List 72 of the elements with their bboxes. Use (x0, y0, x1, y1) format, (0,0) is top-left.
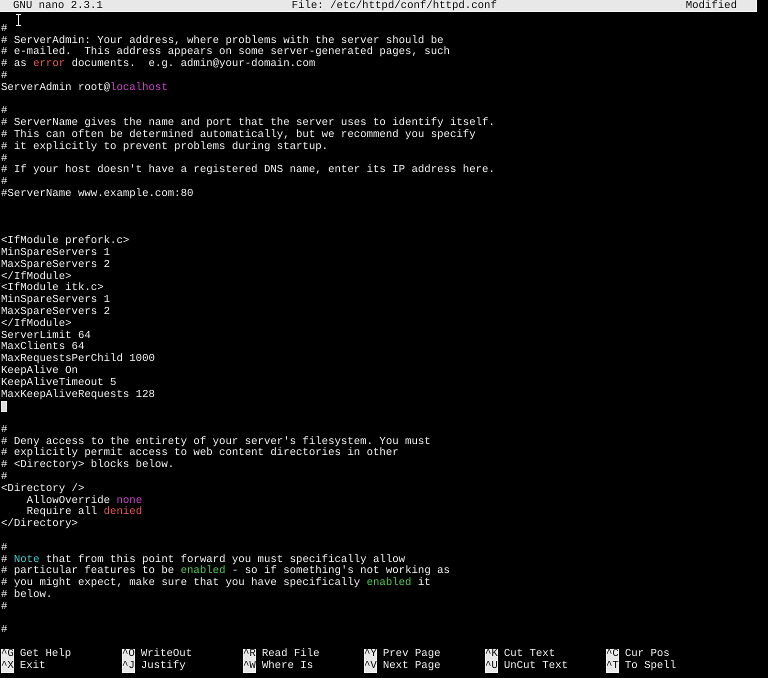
shortcut-key: ^U (485, 660, 498, 673)
code-line: MaxKeepAliveRequests 128 (1, 390, 155, 402)
code-line: # (1, 625, 8, 638)
code-line: #ServerName www.example.com:80 (1, 188, 194, 201)
code-line: <Directory /> (1, 484, 84, 495)
code-line: MaxSpareServers 2 (1, 260, 110, 271)
code-line: # (1, 424, 8, 437)
code-line: KeepAliveTimeout 5 (1, 378, 116, 389)
code-line: Require all denied (26, 507, 142, 518)
code-line: AllowOverride none (26, 496, 142, 507)
code-line: # (1, 177, 8, 188)
code-line: </Directory> (1, 519, 78, 532)
shortcut-label: Next Page (382, 660, 441, 673)
code-line: # <Directory> blocks below. (1, 460, 174, 472)
code-line: # (1, 472, 8, 484)
shortcut-label: Exit (20, 660, 46, 673)
code-line: # (1, 70, 8, 82)
code-line: # as error documents. e.g. admin@your-domain.com (1, 59, 316, 71)
shortcut-label: Get Help (20, 649, 72, 660)
code-line: </IfModule> (1, 318, 72, 330)
shortcut-label: Cut Text (504, 649, 556, 660)
shortcut-key: ^V (364, 660, 377, 673)
code-line: <IfModule itk.c> (1, 283, 104, 294)
code-line: # you might expect, make sure that you have specifically enabled it (1, 578, 431, 590)
code-line: KeepAlive On (1, 366, 78, 377)
code-line: # it explicitly to prevent problems during startup. (1, 142, 328, 154)
shortcut-key: ^W (243, 660, 256, 673)
shortcut-label: To Spell (624, 660, 676, 673)
shortcut-label: WriteOut (140, 649, 192, 660)
shortcut-key: ^R (243, 649, 256, 661)
code-line: <IfModule prefork.c> (1, 236, 130, 248)
code-line: # (1, 106, 8, 118)
code-line: # ServerAdmin: Your address, where problems with the server should be (1, 36, 444, 47)
shortcut-key: ^O (122, 649, 135, 661)
code-line: # Note that from this point forward you must specifically allow (1, 554, 406, 566)
code-line: # ServerName gives the name and port that the server uses to identify itself. (1, 118, 495, 130)
shortcut-key: ^G (1, 649, 14, 661)
modified-status: Modified (686, 0, 737, 12)
code-line: </IfModule> (1, 272, 72, 283)
code-line: # particular features to be enabled - so if something's not working as (1, 566, 450, 578)
code-line: MinSpareServers 1 (1, 295, 110, 306)
shortcut-key: ^Y (364, 649, 377, 661)
code-line: MaxSpareServers 2 (1, 306, 110, 318)
code-line: # below. (1, 590, 52, 602)
code-line: # explicitly permit access to web content directories in other (1, 448, 399, 460)
code-line: # If your host doesn't have a registered DNS name, enter its IP address here. (1, 165, 495, 177)
code-line: # (1, 602, 8, 614)
code-line: MinSpareServers 1 (1, 248, 110, 260)
code-line: ServerAdmin root@localhost (1, 82, 168, 95)
shortcut-key: ^C (606, 649, 619, 661)
code-line: ServerLimit 64 (1, 330, 91, 342)
code-line: # Deny access to the entirety of your server's filesystem. You must (1, 436, 431, 448)
program-version: GNU nano 2.3.1 (13, 0, 103, 12)
shortcut-label: Where Is (262, 660, 314, 673)
code-line: # (1, 24, 8, 36)
shortcut-label: Cur Pos (624, 649, 670, 660)
code-line: MaxClients 64 (1, 342, 84, 354)
code-line: # e-mailed. This address appears on some server-generated pages, such (1, 47, 450, 58)
shortcut-label: Prev Page (382, 649, 441, 660)
shortcut-key: ^T (606, 660, 619, 673)
shortcut-label: Read File (262, 649, 320, 660)
code-line: # (1, 542, 8, 555)
text-cursor-icon (15, 14, 22, 26)
shortcut-key: ^K (485, 649, 498, 661)
code-line: MaxRequestsPerChild 1000 (1, 354, 155, 366)
shortcut-key: ^J (122, 660, 135, 673)
shortcut-label: Justify (140, 660, 186, 673)
code-line: # This can often be determined automatically, but we recommend you specify (1, 130, 476, 141)
shortcut-key: ^X (1, 660, 14, 673)
code-line: # (1, 154, 8, 165)
shortcut-label: UnCut Text (504, 660, 568, 673)
file-path: File: /etc/httpd/conf/httpd.conf (292, 0, 497, 12)
